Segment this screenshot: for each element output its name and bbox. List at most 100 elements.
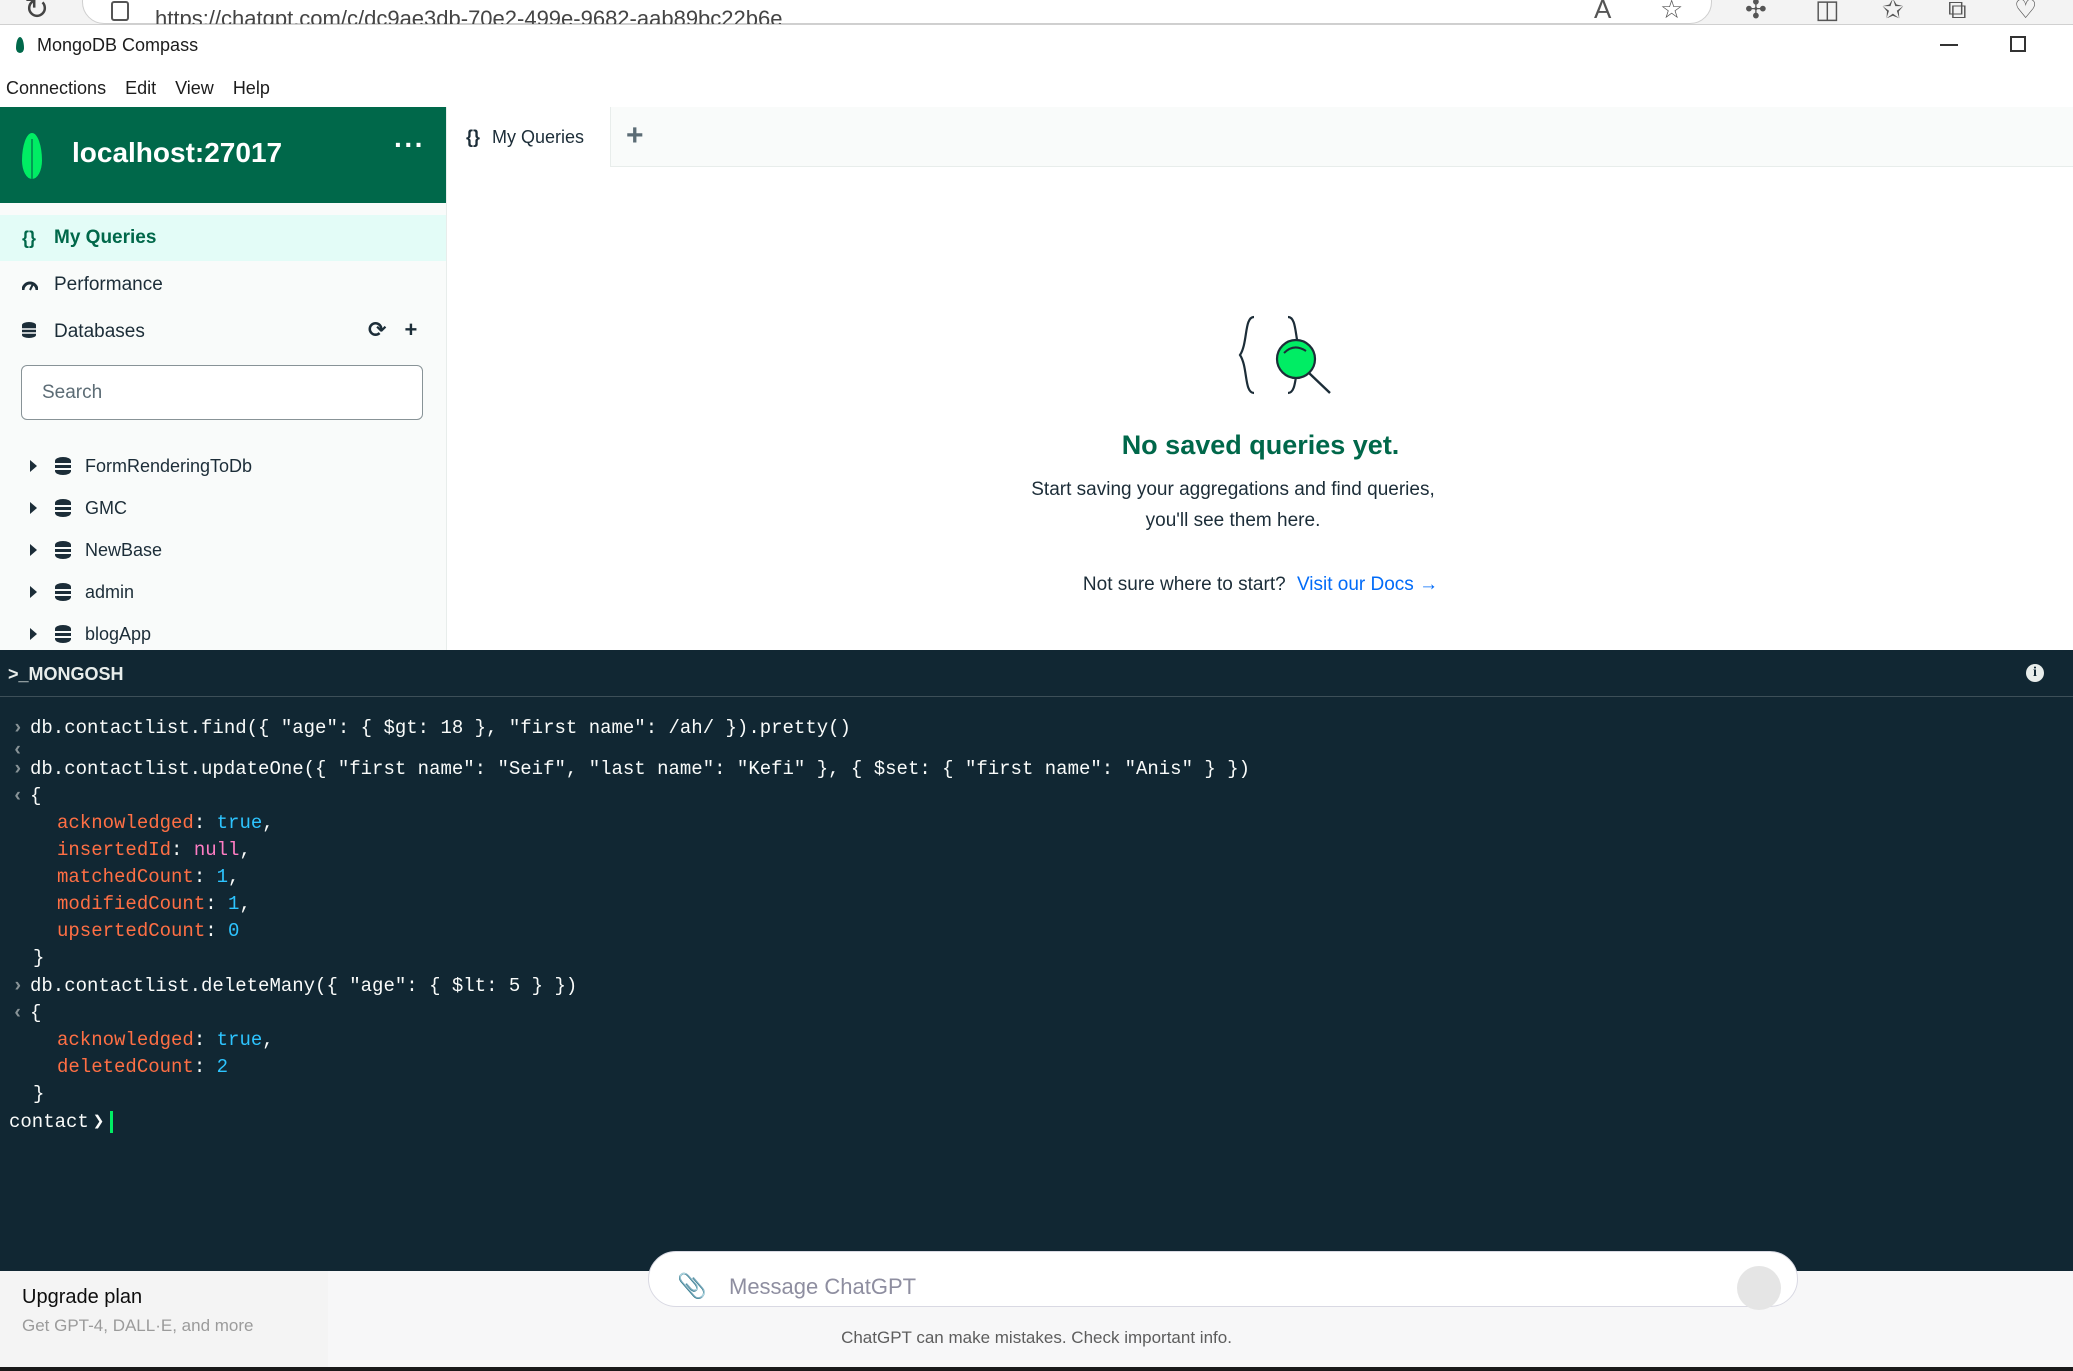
shell-command: db.contactlist.find({ "age": { $gt: 18 }… [30,717,851,739]
menubar: Connections Edit View Help [0,69,2073,107]
database-name: FormRenderingToDb [85,455,253,476]
shell-input-line: › db.contactlist.deleteMany({ "age": { $l… [0,972,577,1000]
empty-queries-illustration [1238,315,1331,395]
caret-right-icon[interactable] [30,460,37,472]
curly-braces-icon: {} [466,126,481,147]
sidebar-item-my-queries[interactable]: {} My Queries [0,215,446,261]
sidebar-item-label: Performance [54,274,163,295]
database-icon [55,499,71,517]
field-value: null [193,839,240,861]
database-search-input[interactable] [21,365,423,420]
mongosh-header: >_MONGOSH i [0,650,2073,697]
browser-toolbar: ↻ https://chatgpt.com/c/dc9ae3db-70e2-49… [0,0,2073,25]
database-item[interactable]: blogApp [0,613,446,650]
shell-input-line: › db.contactlist.updateOne({ "first name"… [0,755,1250,783]
tab-strip: {} My Queries + [448,107,2073,167]
tab-label: My Queries [492,126,585,147]
menu-help[interactable]: Help [233,78,270,99]
curly-braces-icon: {} [22,227,37,248]
result-field: deletedCount: 2 [57,1056,229,1078]
output-chevron-icon: ‹ [12,1002,24,1024]
add-tab-button[interactable]: + [626,119,644,153]
extensions-icon[interactable]: ✣ [1745,0,1767,24]
chatgpt-sidebar: Upgrade plan Get GPT-4, DALL·E, and more [0,1271,328,1371]
caret-right-icon[interactable] [30,544,37,556]
result-field: upsertedCount: 0 [57,920,240,942]
result-field: matchedCount: 1, [57,866,240,888]
text-cursor [110,1110,114,1133]
database-icon [22,321,54,343]
empty-state-title: No saved queries yet. [1121,430,1400,460]
minimize-button[interactable] [1940,44,1958,46]
health-icon[interactable]: ♡ [2014,0,2037,24]
database-actions: ⟳ + [368,317,417,343]
window-titlebar: MongoDB Compass [0,25,2073,69]
sidebar-item-label: Databases [54,321,145,342]
info-icon[interactable]: i [2026,664,2044,682]
chatgpt-message-input[interactable]: 📎 Message ChatGPT [648,1251,1798,1310]
database-name: admin [85,581,135,602]
docs-prompt: Not sure where to start? Visit our Docs … [448,574,2073,596]
database-item[interactable]: admin [0,571,446,613]
caret-right-icon[interactable] [30,586,37,598]
result-field: insertedId: null, [57,839,251,861]
database-item[interactable]: NewBase [0,529,446,571]
database-name: NewBase [85,539,163,560]
menu-connections[interactable]: Connections [6,78,106,99]
connection-header: localhost:27017 ··· [0,107,446,203]
shell-output-line: ‹{ [0,782,41,810]
input-chevron-icon: › [12,758,24,780]
docs-prompt-text: Not sure where to start? [1082,574,1286,595]
prompt-chevron-icon: ❯ [92,1111,105,1133]
menu-edit[interactable]: Edit [125,78,156,99]
menu-view[interactable]: View [175,78,214,99]
shell-command: db.contactlist.updateOne({ "first name":… [30,758,1250,780]
read-aloud-icon[interactable]: A [1594,0,1611,24]
split-screen-icon[interactable]: ◫ [1815,0,1840,24]
caret-right-icon[interactable] [30,628,37,640]
caret-right-icon[interactable] [30,502,37,514]
favorites-icon[interactable]: ✩ [1882,0,1904,24]
url-text: https://chatgpt.com/c/dc9ae3db-70e2-499e… [155,6,783,25]
window-title: MongoDB Compass [37,35,199,55]
send-button[interactable] [1737,1266,1781,1310]
lock-icon [111,1,129,21]
mongosh-panel[interactable]: >_MONGOSH i › db.contactlist.find({ "age"… [0,650,2073,1271]
favorite-star-icon[interactable]: ☆ [1660,0,1683,24]
database-icon [55,625,71,643]
collections-icon[interactable]: ⧉ [1948,0,1967,24]
database-item[interactable]: GMC [0,487,446,529]
tab-my-queries[interactable]: {} My Queries [448,107,611,167]
field-value: 2 [216,1056,229,1078]
database-item[interactable]: FormRenderingToDb [0,445,446,487]
gauge-icon [21,275,54,296]
prompt-db-name: contact [9,1111,89,1133]
shell-output-line: ‹{ [0,999,41,1027]
database-name: GMC [85,497,127,518]
shell-prompt[interactable]: contact ❯ [9,1108,114,1136]
shell-command: db.contactlist.deleteMany({ "age": { $lt… [30,975,578,997]
shell-output-line: } [33,947,45,969]
database-icon [55,457,71,475]
shell-output-line: } [33,1083,45,1105]
upgrade-plan-title[interactable]: Upgrade plan [22,1286,142,1309]
visit-docs-link[interactable]: Visit our Docs → [1297,574,1438,595]
add-database-icon[interactable]: + [404,317,417,343]
sidebar-item-performance[interactable]: Performance [0,262,446,308]
database-icon [55,583,71,601]
refresh-icon[interactable]: ⟳ [368,317,386,343]
input-chevron-icon: › [12,975,24,997]
address-bar[interactable]: https://chatgpt.com/c/dc9ae3db-70e2-499e… [82,0,1712,24]
reload-icon[interactable]: ↻ [24,0,49,24]
my-queries-empty-state: No saved queries yet. Start saving your … [448,168,2073,650]
mongosh-title[interactable]: >_MONGOSH [8,664,124,685]
chatgpt-disclaimer: ChatGPT can make mistakes. Check importa… [841,1328,1232,1347]
taskbar-edge [0,1367,2073,1371]
attach-paperclip-icon[interactable]: 📎 [677,1272,707,1301]
maximize-button[interactable] [2010,36,2026,52]
database-icon [55,541,71,559]
sidebar-item-label: My Queries [54,227,157,248]
shell-input-line: › db.contactlist.find({ "age": { $gt: 18 … [0,714,851,742]
connection-menu-icon[interactable]: ··· [394,129,425,161]
mongodb-leaf-icon [22,133,42,179]
